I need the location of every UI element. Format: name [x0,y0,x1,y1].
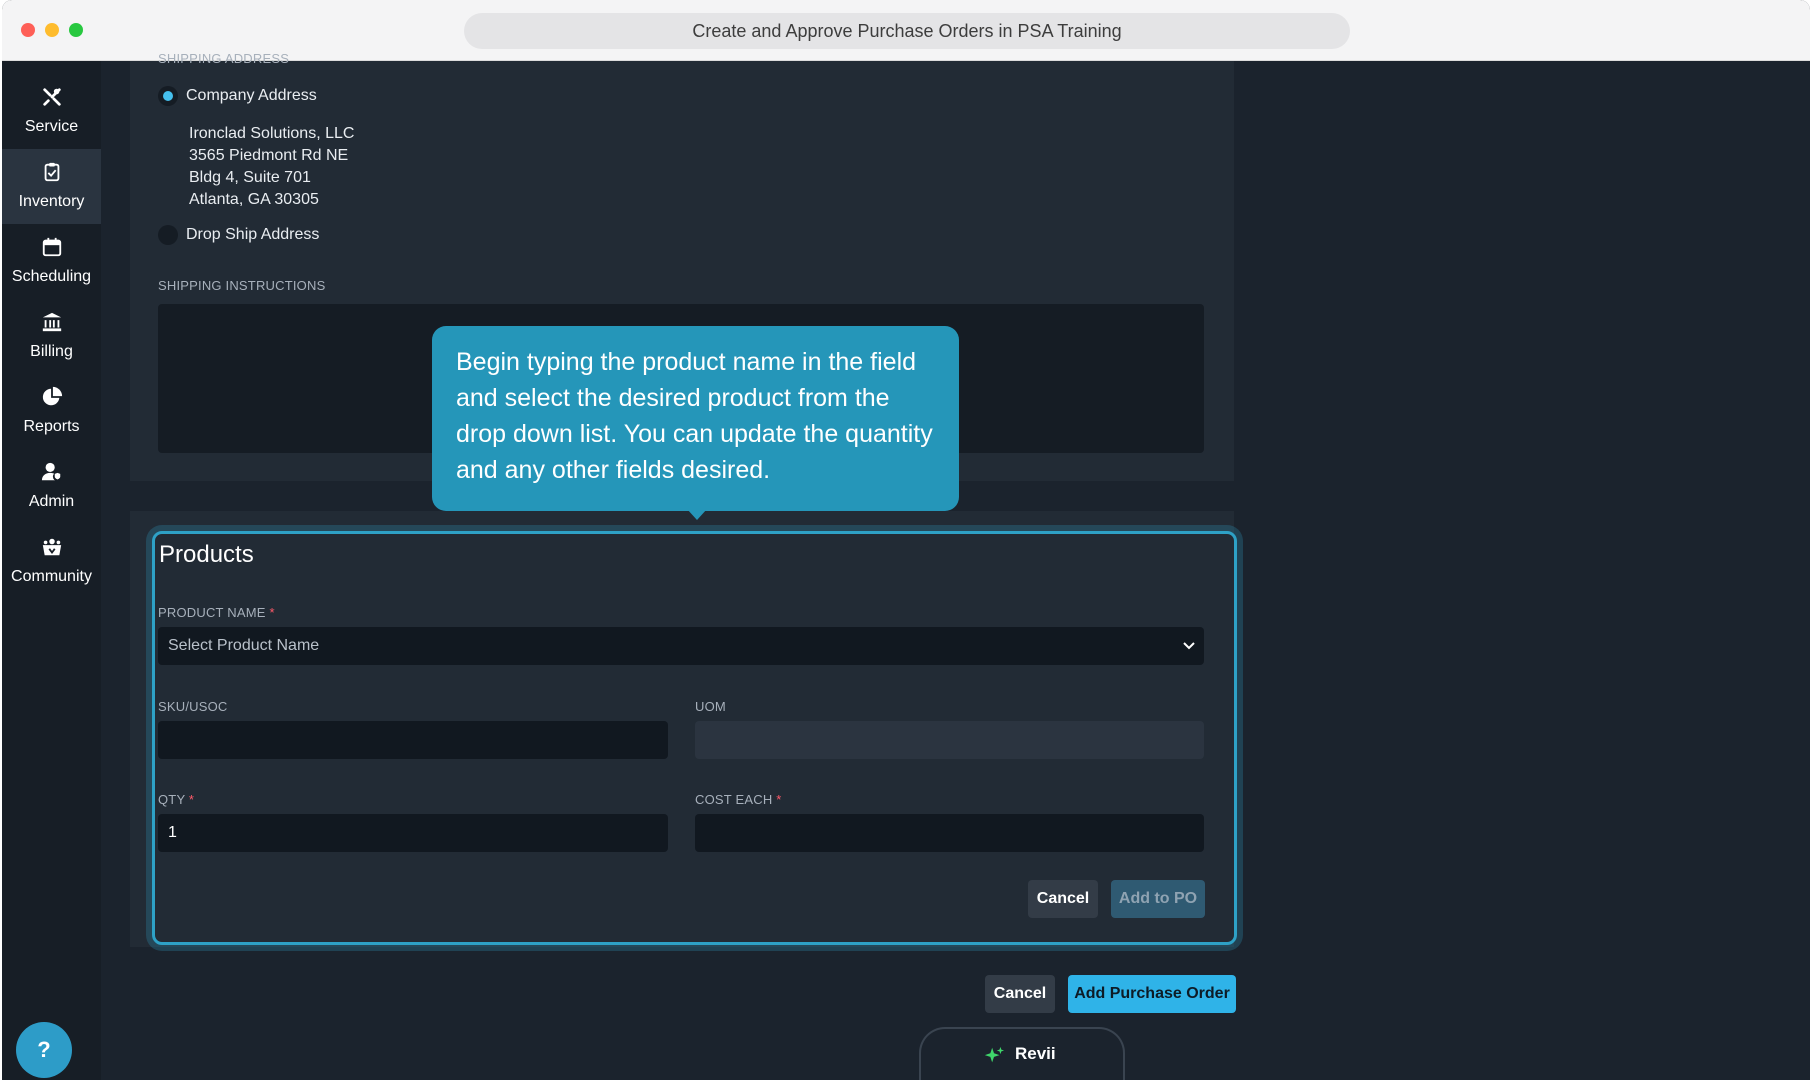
pie-chart-icon [42,386,63,406]
sidebar-item-admin[interactable]: Admin [2,449,101,524]
calendar-icon [42,237,62,257]
sidebar-item-inventory[interactable]: Inventory [2,149,101,224]
sidebar-item-community[interactable]: Community [2,524,101,599]
address-line: Atlanta, GA 30305 [189,191,319,208]
sidebar-item-label: Billing [30,343,73,360]
sidebar-item-scheduling[interactable]: Scheduling [2,224,101,299]
bank-icon [42,312,62,332]
tools-icon [43,88,61,106]
address-line: 3565 Piedmont Rd NE [189,147,349,164]
user-shield-icon [41,462,63,482]
shipping-instructions-label: SHIPPING INSTRUCTIONS [158,278,326,293]
drop-ship-option-label: Drop Ship Address [186,226,320,243]
sidebar: Service Inventory Scheduling Billing Rep… [2,61,101,1080]
maximize-window-button[interactable] [69,23,83,37]
sidebar-item-service[interactable]: Service [2,74,101,149]
address-line: Bldg 4, Suite 701 [189,169,311,186]
shipping-address-label: SHIPPING ADDRESS [158,51,290,66]
close-window-button[interactable] [21,23,35,37]
cancel-button[interactable]: Cancel [985,975,1055,1013]
products-highlight-frame [152,531,1237,945]
guide-tooltip: Begin typing the product name in the fie… [432,326,959,511]
tooltip-arrow [687,509,707,520]
minimize-window-button[interactable] [45,23,59,37]
products-title: Products [159,541,254,568]
company-address-option-label: Company Address [186,87,317,104]
sidebar-item-label: Admin [28,493,75,510]
sparkle-icon [984,1046,1005,1063]
clipboard-check-icon [44,162,60,182]
sidebar-item-label: Scheduling [11,268,92,285]
help-button[interactable]: ? [16,1022,72,1078]
address-line: Ironclad Solutions, LLC [189,125,355,142]
company-address-radio[interactable] [158,86,178,106]
sidebar-item-label: Reports [23,418,80,435]
sidebar-item-label: Service [24,118,79,135]
sidebar-item-label: Inventory [18,193,85,210]
sidebar-item-label: Community [11,568,92,585]
revii-assistant-button[interactable]: Revii [919,1027,1125,1080]
drop-ship-address-radio[interactable] [158,225,178,245]
window-title: Create and Approve Purchase Orders in PS… [464,13,1350,49]
app-window: Create and Approve Purchase Orders in PS… [2,0,1810,1080]
sidebar-item-billing[interactable]: Billing [2,299,101,374]
sidebar-item-reports[interactable]: Reports [2,374,101,449]
add-purchase-order-button[interactable]: Add Purchase Order [1068,975,1236,1013]
community-icon [42,538,62,556]
